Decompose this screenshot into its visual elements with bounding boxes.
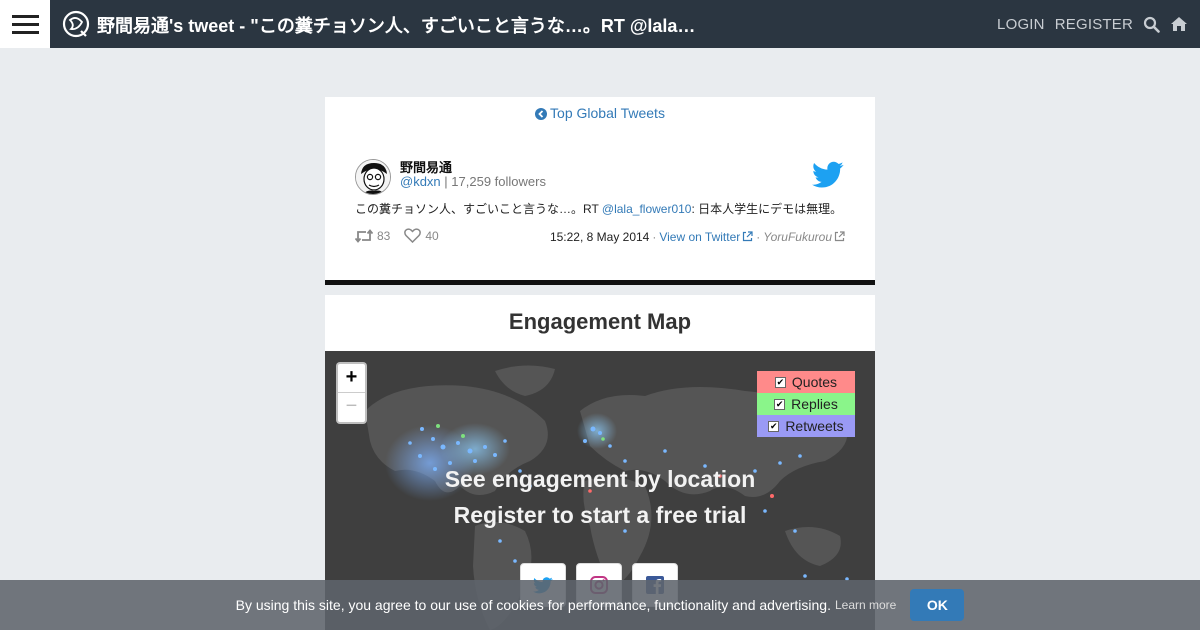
retweets-checkbox[interactable]: ✔ [768, 420, 780, 432]
retweet-stat: 83 [355, 229, 390, 243]
tweet-text-part: この糞チョソン人、すごいこと言うな…。RT [355, 202, 602, 216]
tweet-card: Top Global Tweets 野間易通 @kdxn | 17,259 fo… [325, 97, 875, 280]
register-link[interactable]: REGISTER [1055, 16, 1133, 33]
heart-icon [404, 228, 422, 243]
retweet-icon [355, 228, 373, 243]
overlay-line-2: Register to start a free trial [453, 502, 747, 528]
source-app-link[interactable]: YoruFukurou [763, 230, 845, 244]
legend-quotes-label: Quotes [791, 374, 838, 390]
register-overlay-text: See engagement by location Register to s… [325, 461, 875, 533]
learn-more-link[interactable]: Learn more [835, 598, 896, 612]
tweet-stats: 83 40 [355, 228, 439, 243]
top-bar: 野間易通's tweet - "この糞チョソン人、すごいこと言うな…。RT @l… [0, 0, 1200, 48]
site-logo-icon[interactable] [62, 10, 90, 38]
engagement-map-heading: Engagement Map [325, 295, 875, 351]
external-link-icon [834, 231, 845, 242]
tweet-mention-link[interactable]: @lala_flower010 [602, 202, 692, 216]
view-on-twitter-link[interactable]: View on Twitter [659, 230, 753, 244]
menu-button[interactable] [0, 0, 50, 48]
tweet-meta: 15:22, 8 May 2014 · View on Twitter · YoruFu… [550, 230, 845, 244]
login-link[interactable]: LOGIN [997, 16, 1045, 33]
cookie-banner: By using this site, you agree to our use… [0, 580, 1200, 630]
section-divider [325, 280, 875, 285]
legend-quotes[interactable]: ✔ Quotes [757, 371, 855, 393]
external-link-icon [743, 231, 753, 242]
zoom-control: + − [336, 362, 367, 424]
top-global-tweets-link[interactable]: Top Global Tweets [325, 105, 875, 121]
menu-line [11, 22, 39, 26]
menu-line [11, 30, 39, 34]
separator-dot: · [652, 230, 657, 244]
user-handle-link[interactable]: @kdxn [400, 174, 441, 189]
tweet-text: この糞チョソン人、すごいこと言うな…。RT @lala_flower010: 日… [355, 200, 855, 217]
twitter-bird-icon[interactable] [812, 161, 844, 189]
legend-replies[interactable]: ✔ Replies [757, 393, 855, 415]
top-global-tweets-label: Top Global Tweets [550, 105, 665, 121]
menu-line [11, 14, 39, 18]
home-icon[interactable] [1170, 16, 1188, 32]
view-on-twitter-label: View on Twitter [659, 230, 741, 244]
legend-retweets[interactable]: ✔ Retweets [757, 415, 855, 437]
source-app-label: YoruFukurou [763, 230, 832, 244]
replies-checkbox[interactable]: ✔ [774, 398, 786, 410]
quotes-checkbox[interactable]: ✔ [774, 376, 786, 388]
overlay-line-1: See engagement by location [444, 466, 756, 492]
page-title: 野間易通's tweet - "この糞チョソン人、すごいこと言うな…。RT @l… [97, 16, 696, 36]
like-stat: 40 [404, 228, 439, 243]
legend-retweets-label: Retweets [785, 418, 844, 434]
user-handle-line: @kdxn | 17,259 followers [400, 174, 546, 189]
follower-count: | 17,259 followers [444, 174, 546, 189]
like-count: 40 [425, 228, 439, 243]
arrow-left-circle-icon [535, 108, 548, 120]
top-nav: LOGIN REGISTER [997, 0, 1188, 48]
tweet-text-part: : 日本人学生にデモは無理。 [691, 202, 843, 216]
avatar-image [356, 160, 390, 194]
map-legend: ✔ Quotes ✔ Replies ✔ Retweets [757, 371, 855, 437]
legend-replies-label: Replies [791, 396, 838, 412]
zoom-out-button[interactable]: − [338, 393, 365, 422]
cookie-message: By using this site, you agree to our use… [235, 597, 831, 613]
tweet-timestamp: 15:22, 8 May 2014 [549, 230, 650, 244]
retweet-count: 83 [377, 228, 391, 243]
zoom-in-button[interactable]: + [338, 364, 365, 393]
search-icon[interactable] [1143, 16, 1160, 33]
cookie-ok-button[interactable]: OK [910, 589, 965, 621]
separator-dot: · [756, 230, 761, 244]
avatar[interactable] [355, 159, 391, 195]
